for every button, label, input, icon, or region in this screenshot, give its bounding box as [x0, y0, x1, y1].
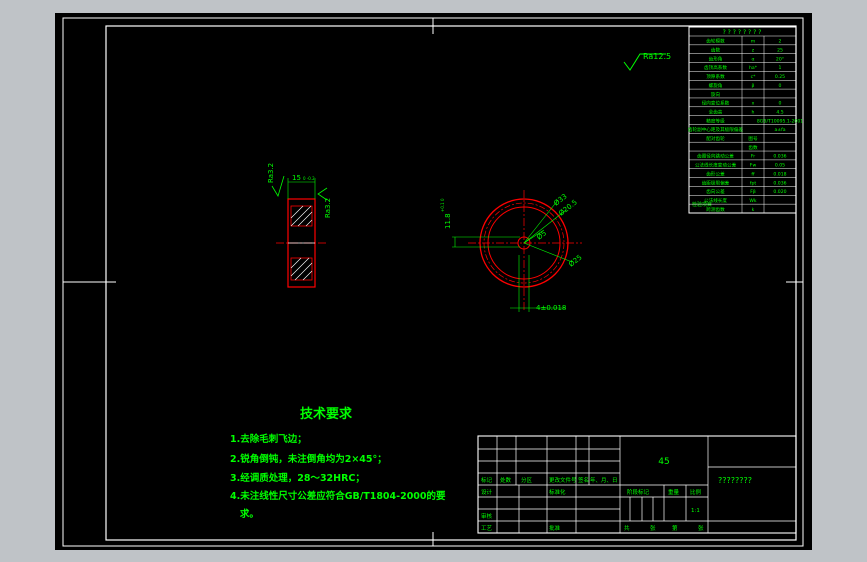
param-row-name: 配对齿轮	[706, 135, 725, 142]
tb-label-review: 审核	[481, 512, 493, 520]
tb-label-count: 处数	[500, 476, 512, 484]
dim-keyway-height: 11.8	[444, 213, 452, 229]
tech-item: 4.未注线性尺寸公差应符合GB/T1804-2000的要	[230, 490, 446, 502]
param-row-symbol: α	[751, 57, 754, 62]
cad-drawing-viewport[interactable]: Ra12.5 15 0 -0.2 Ra3.2 Ra3.2 Ø33 Ø20.5 Ø…	[0, 0, 867, 562]
param-row-symbol: fpt	[750, 180, 757, 186]
param-row-name: 公法线长度	[704, 197, 727, 204]
material-text: 45	[658, 457, 669, 467]
tb-scale-value: 1:1	[691, 508, 700, 514]
side-width-dimension: 15	[292, 174, 301, 182]
param-row-value: 0	[779, 83, 782, 89]
tech-item: 2.锐角倒钝，未注倒角均为2×45°；	[230, 453, 387, 465]
side-roughness-left: Ra3.2	[267, 163, 275, 183]
param-row-name: 齿圈径向跳动公差	[697, 153, 734, 160]
param-row-symbol: c*	[751, 74, 757, 80]
tb-label-sheet-no: 第	[672, 524, 678, 532]
param-row-symbol: 齿数	[748, 144, 758, 151]
param-row-name: 精度等级	[706, 117, 725, 124]
param-row-name: 顶隙系数	[706, 73, 725, 80]
side-width-tolerance: 0 -0.2	[303, 176, 315, 181]
tb-label-scale: 比例	[690, 488, 702, 496]
tb-label-approve: 批准	[549, 524, 561, 532]
param-row-name: 公法线长度变动公差	[695, 162, 737, 169]
tb-label-sign: 签名	[578, 476, 589, 484]
tech-title: 技术要求	[300, 406, 353, 422]
tb-label-design: 设计	[481, 488, 493, 496]
tb-label-weight: 重量	[668, 488, 680, 496]
tb-label-standardize: 标准化	[549, 488, 566, 496]
param-row-name: 齿距极限偏差	[702, 179, 730, 186]
param-row-name: 齿顶高系数	[704, 64, 727, 71]
param-row-value: 0.036	[773, 154, 786, 160]
param-row-name: 齿轮副中心距及其极限偏差	[688, 126, 744, 133]
dim-keyway-tolerance: +0.1 0	[440, 198, 445, 212]
param-row-symbol: h	[752, 109, 755, 115]
param-table-header: ? ? ? ? ? ? ? ?	[723, 29, 762, 36]
tb-label-sheet-unit: 张	[698, 524, 704, 532]
param-row-name: 螺旋角	[709, 82, 723, 89]
param-row-name: 旋向	[711, 91, 721, 98]
param-row-name: 跨测齿数	[706, 206, 725, 213]
tb-label-process: 工艺	[481, 525, 493, 532]
param-row-symbol: β	[752, 83, 755, 89]
param-row-name: 全齿高	[709, 108, 723, 115]
param-row-value: 0.020	[773, 189, 786, 195]
param-row-value: 0.05	[775, 163, 785, 169]
param-row-symbol: k	[752, 207, 755, 213]
param-row-symbol: m	[751, 40, 756, 45]
tech-item: 求。	[230, 508, 259, 520]
param-row-value: 4.5	[776, 109, 783, 115]
param-row-value: 1	[779, 65, 782, 71]
param-row-value: 0	[779, 101, 782, 107]
param-row-symbol: Fw	[750, 163, 757, 169]
param-row-value: 0.018	[773, 171, 786, 177]
param-row-name: 径向变位系数	[702, 100, 730, 107]
general-roughness-label: Ra12.5	[643, 52, 671, 61]
param-row-symbol: x	[752, 102, 755, 107]
drawing-canvas[interactable]	[55, 13, 812, 550]
tb-label-total: 共	[624, 524, 630, 532]
drawing-name-text: ????????	[718, 476, 752, 485]
param-row-value: 0.25	[775, 74, 785, 80]
param-row-name: 齿数	[711, 47, 721, 54]
tb-label-sheets: 张	[650, 524, 656, 532]
param-row-symbol: Fβ	[750, 189, 756, 195]
tb-label-stage-mark: 阶段标记	[627, 488, 650, 496]
tech-item: 1.去除毛刺飞边；	[230, 433, 307, 445]
param-row-name: 齿形角	[709, 55, 723, 62]
param-row-value: 2	[779, 39, 782, 45]
tb-label-date: 年、月、日	[590, 476, 618, 484]
param-row-value: 20°	[776, 56, 784, 62]
param-row-value: 25	[777, 48, 783, 54]
param-row-name: 齿形公差	[706, 170, 725, 177]
tb-label-change-doc: 更改文件号	[549, 476, 577, 484]
param-row-value: 0.036	[773, 180, 786, 186]
dim-keyway-width: 4±0.018	[536, 304, 566, 312]
tb-label-mark: 标记	[481, 476, 493, 484]
param-row-name: 齿轮模数	[706, 38, 725, 45]
side-roughness-right: Ra3.2	[324, 198, 332, 218]
tech-item: 3.经调质处理，28～32HRC；	[230, 472, 365, 484]
param-row-name: 齿向公差	[706, 188, 725, 195]
param-row-symbol: Fr	[751, 154, 755, 160]
tb-label-zone: 分区	[521, 476, 533, 484]
param-row-symbol: Wk	[749, 198, 757, 204]
param-row-value: a±fa	[774, 127, 785, 133]
param-row-symbol: ha*	[749, 65, 758, 71]
param-row-symbol: 图号	[748, 136, 758, 142]
